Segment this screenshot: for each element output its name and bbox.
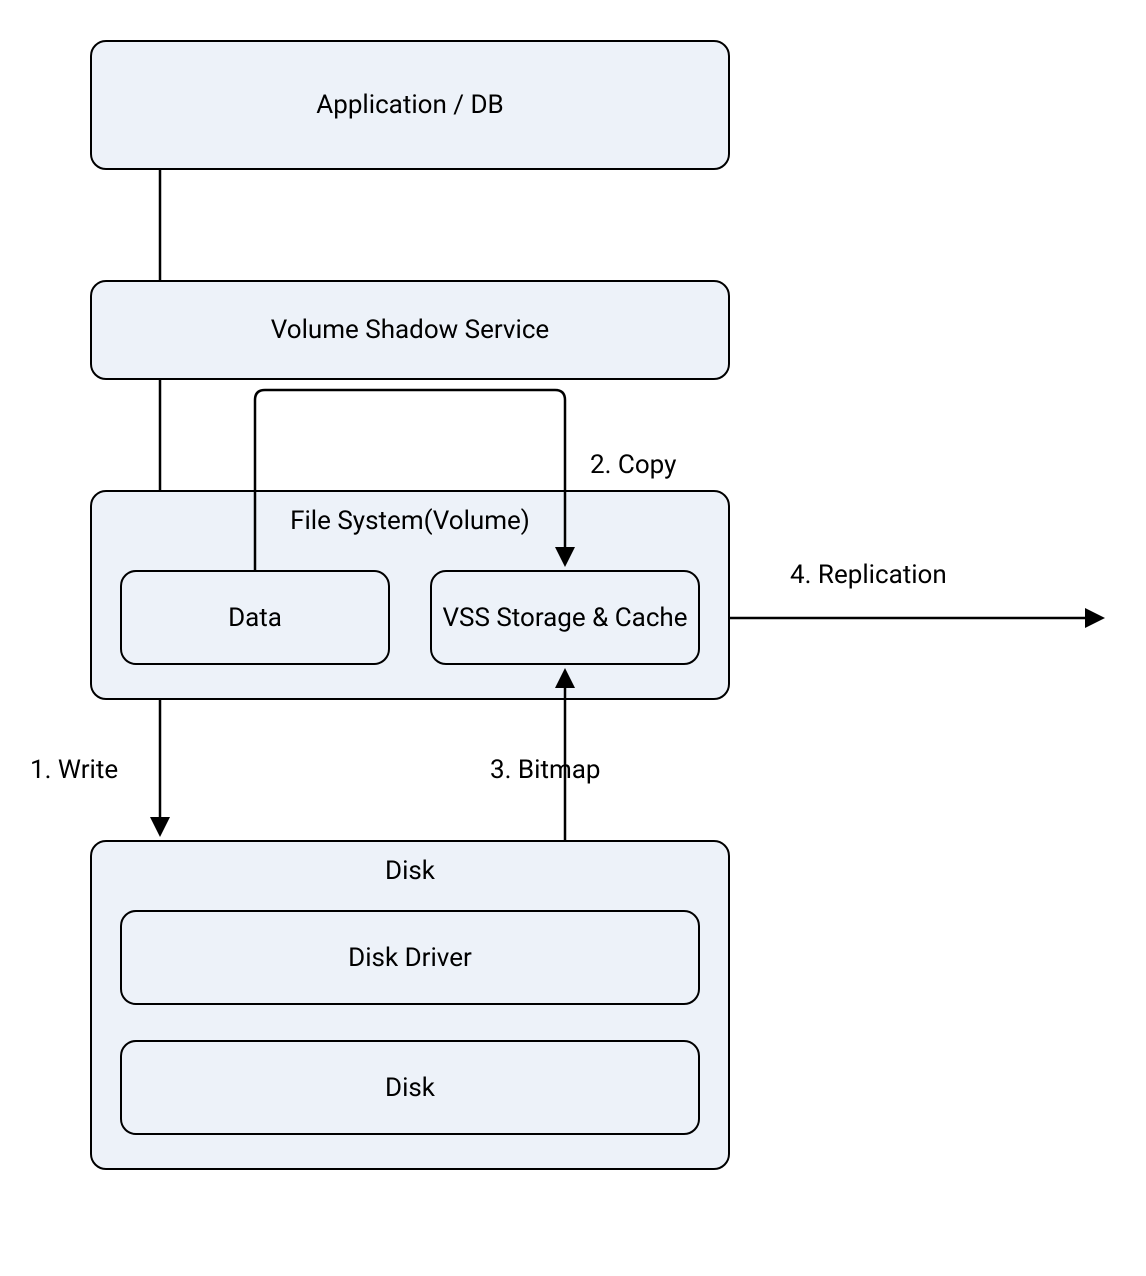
- node-disk-group-label: Disk: [92, 842, 728, 886]
- edge-label-copy: 2. Copy: [590, 450, 676, 480]
- node-data: Data: [120, 570, 390, 665]
- node-volume-shadow-service-label: Volume Shadow Service: [271, 315, 549, 345]
- node-file-system-volume-label: File System(Volume): [92, 492, 728, 536]
- node-disk-driver: Disk Driver: [120, 910, 700, 1005]
- edge-label-bitmap: 3. Bitmap: [490, 755, 601, 785]
- edge-label-replication: 4. Replication: [790, 560, 947, 590]
- diagram-canvas: Application / DB Volume Shadow Service F…: [0, 0, 1146, 1276]
- node-disk: Disk: [120, 1040, 700, 1135]
- node-application-db-label: Application / DB: [316, 90, 503, 120]
- node-vss-storage-cache: VSS Storage & Cache: [430, 570, 700, 665]
- node-volume-shadow-service: Volume Shadow Service: [90, 280, 730, 380]
- node-data-label: Data: [228, 603, 282, 633]
- node-application-db: Application / DB: [90, 40, 730, 170]
- edge-label-write: 1. Write: [30, 755, 118, 785]
- node-disk-driver-label: Disk Driver: [348, 943, 472, 973]
- node-vss-storage-cache-label: VSS Storage & Cache: [442, 603, 687, 633]
- node-disk-label: Disk: [385, 1073, 435, 1103]
